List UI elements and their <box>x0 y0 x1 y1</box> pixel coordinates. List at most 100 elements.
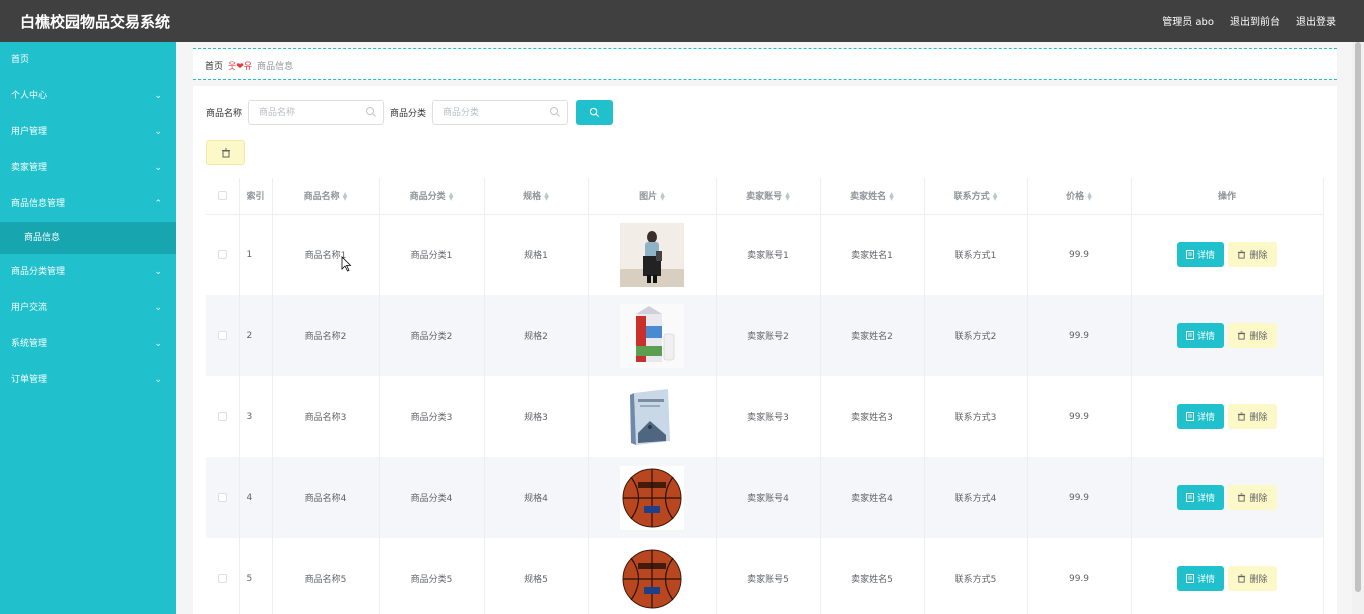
sidebar-item-orders[interactable]: 订单管理 ⌄ <box>0 362 176 398</box>
sidebar-item-product-info[interactable]: 商品信息 <box>0 222 176 254</box>
sort-icon[interactable]: ▲ ▼ <box>889 191 894 201</box>
column-header[interactable]: 商品分类 ▲ ▼ <box>379 178 485 215</box>
sidebar-item-label: 用户管理 <box>11 127 48 137</box>
product-thumbnail[interactable] <box>620 546 684 611</box>
sort-icon[interactable]: ▲ ▼ <box>449 191 454 201</box>
row-index: 3 <box>239 376 273 457</box>
chevron-up-icon: ⌃ <box>154 199 162 209</box>
document-icon <box>1185 493 1194 502</box>
sidebar-item-system[interactable]: 系统管理 ⌄ <box>0 326 176 362</box>
product-category-field <box>432 100 569 125</box>
cell-seller-account: 卖家账号1 <box>716 214 821 295</box>
detail-button-label: 详情 <box>1196 251 1215 262</box>
column-header[interactable]: 商品名称 ▲ ▼ <box>272 178 380 215</box>
breadcrumb-home[interactable]: 首页 <box>205 59 223 72</box>
row-checkbox[interactable] <box>206 376 240 457</box>
cell-price: 99.9 <box>1027 295 1132 376</box>
cell-image <box>588 457 717 538</box>
cell-image <box>588 214 717 295</box>
column-header: 操作 <box>1131 178 1324 215</box>
cell-seller-account: 卖家账号2 <box>716 295 821 376</box>
sidebar-item-label: 商品信息 <box>24 233 61 243</box>
vertical-scrollbar[interactable] <box>1352 42 1364 614</box>
sidebar-item-profile[interactable]: 个人中心 ⌄ <box>0 78 176 114</box>
product-name-input[interactable] <box>249 101 360 124</box>
sidebar-item-label: 用户交流 <box>11 303 48 313</box>
sort-icon[interactable]: ▲ ▼ <box>993 191 998 201</box>
cell-product-category: 商品分类1 <box>379 214 485 295</box>
product-thumbnail[interactable] <box>620 303 684 368</box>
select-all-checkbox[interactable] <box>206 178 240 215</box>
delete-button-label: 删除 <box>1249 413 1268 423</box>
detail-button[interactable]: 详情 <box>1177 566 1224 591</box>
mouse-cursor-icon <box>341 256 352 272</box>
column-header[interactable]: 价格 ▲ ▼ <box>1027 178 1132 215</box>
delete-button[interactable]: 删除 <box>1228 404 1277 429</box>
detail-button[interactable]: 详情 <box>1177 323 1224 348</box>
search-button[interactable] <box>576 100 614 125</box>
sidebar-item-label: 个人中心 <box>11 91 48 101</box>
chevron-down-icon: ⌄ <box>154 339 162 349</box>
row-checkbox[interactable] <box>206 295 240 376</box>
cell-contact: 联系方式2 <box>924 295 1028 376</box>
cell-contact: 联系方式5 <box>924 538 1028 614</box>
delete-button[interactable]: 删除 <box>1228 485 1277 510</box>
scrollbar-thumb[interactable] <box>1355 42 1361 592</box>
column-header[interactable]: 联系方式 ▲ ▼ <box>924 178 1028 215</box>
column-header[interactable]: 规格 ▲ ▼ <box>484 178 589 215</box>
logout-link[interactable]: 退出登录 <box>1296 13 1336 28</box>
sort-icon[interactable]: ▲ ▼ <box>544 191 549 201</box>
column-header[interactable]: 卖家账号 ▲ ▼ <box>716 178 821 215</box>
column-header[interactable]: 卖家姓名 ▲ ▼ <box>820 178 925 215</box>
sidebar-item-users[interactable]: 用户管理 ⌄ <box>0 114 176 150</box>
table-row: 3 商品名称3 商品分类3 规格3 卖家账号3 卖家姓名3 联系方式3 99.9 详情 删除 <box>206 376 1324 457</box>
delete-button[interactable]: 删除 <box>1228 242 1277 268</box>
delete-button-label: 删除 <box>1249 494 1268 504</box>
table-row: 4 商品名称4 商品分类4 规格4 卖家账号4 卖家姓名4 联系方式4 99.9 详情 删除 <box>206 457 1324 538</box>
row-checkbox[interactable] <box>206 538 240 614</box>
cell-seller-name: 卖家姓名2 <box>820 295 925 376</box>
sidebar-item-product-management[interactable]: 商品信息管理 ⌃ <box>0 186 176 222</box>
product-thumbnail[interactable] <box>620 222 684 287</box>
cell-contact: 联系方式1 <box>924 214 1028 295</box>
column-header[interactable]: 图片 ▲ ▼ <box>588 178 717 215</box>
sidebar-item-label: 卖家管理 <box>11 163 48 173</box>
cell-price: 99.9 <box>1027 538 1132 614</box>
detail-button[interactable]: 详情 <box>1177 404 1224 429</box>
top-bar: 白樵校园物品交易系统 管理员 abo 退出到前台 退出登录 <box>0 0 1364 42</box>
delete-button[interactable]: 删除 <box>1228 566 1277 591</box>
table-row: 1 商品名称1 商品分类1 规格1 卖家账号1 卖家姓名1 联系方式1 99.9 详情 删除 <box>206 214 1324 295</box>
back-to-front-link[interactable]: 退出到前台 <box>1230 13 1280 28</box>
sort-icon[interactable]: ▲ ▼ <box>660 191 665 201</box>
row-checkbox[interactable] <box>206 457 240 538</box>
cell-product-name: 商品名称3 <box>272 376 380 457</box>
trash-icon <box>1238 250 1246 259</box>
product-category-input[interactable] <box>433 101 544 124</box>
sidebar-item-label: 商品分类管理 <box>11 267 66 277</box>
row-checkbox[interactable] <box>206 214 240 295</box>
cell-product-name: 商品名称4 <box>272 457 380 538</box>
sidebar-item-sellers[interactable]: 卖家管理 ⌄ <box>0 150 176 186</box>
delete-button[interactable]: 删除 <box>1228 323 1277 348</box>
batch-delete-button[interactable] <box>206 140 245 165</box>
sidebar-item-home[interactable]: 首页 <box>0 42 176 78</box>
sort-icon[interactable]: ▲ ▼ <box>343 191 348 201</box>
product-thumbnail[interactable] <box>620 384 684 449</box>
sidebar-item-user-exchange[interactable]: 用户交流 ⌄ <box>0 290 176 326</box>
cell-actions: 详情 删除 <box>1131 457 1324 538</box>
column-header-label: 卖家账号 <box>746 192 783 203</box>
detail-button[interactable]: 详情 <box>1177 242 1224 268</box>
detail-button[interactable]: 详情 <box>1177 485 1224 510</box>
sort-icon[interactable]: ▲ ▼ <box>1087 191 1092 201</box>
product-thumbnail[interactable] <box>620 465 684 530</box>
document-icon <box>1185 574 1194 583</box>
document-icon <box>1185 250 1194 260</box>
sort-icon[interactable]: ▲ ▼ <box>785 191 790 201</box>
search-bar: 商品名称 商品分类 <box>206 100 614 125</box>
cell-product-category: 商品分类5 <box>379 538 485 614</box>
cell-spec: 规格3 <box>484 376 589 457</box>
document-icon <box>1185 331 1194 340</box>
cell-actions: 详情 删除 <box>1131 214 1324 295</box>
sidebar-item-category-management[interactable]: 商品分类管理 ⌄ <box>0 254 176 290</box>
row-index: 5 <box>239 538 273 614</box>
